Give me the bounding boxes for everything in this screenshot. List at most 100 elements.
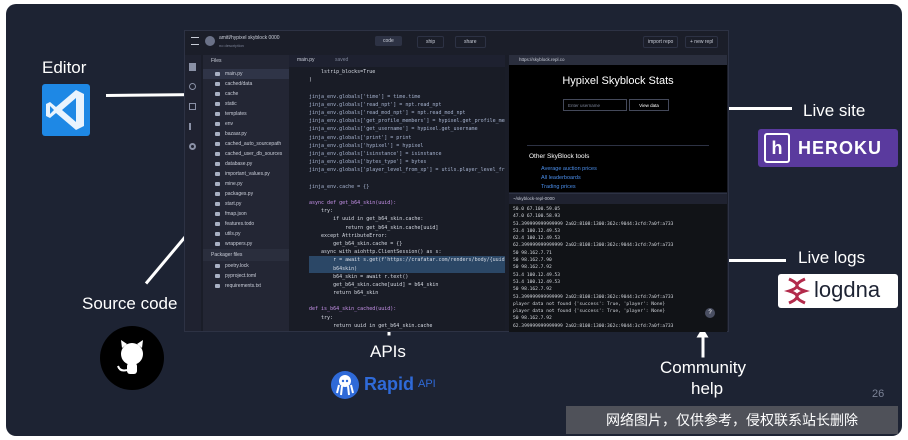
github-logo-icon: [100, 326, 164, 390]
code-line: jinja_env.globals['hypixel'] = hypixel: [309, 142, 424, 149]
file-item[interactable]: bazaar.py: [203, 129, 289, 139]
file-item[interactable]: start.py: [203, 199, 289, 209]
editor-tab-main[interactable]: main.py: [297, 57, 315, 63]
console-line: 53.399999999999999 2a02:8108:1300:362c:9…: [513, 294, 674, 300]
code-line: jinja_env.globals['player_level_from_xp'…: [309, 167, 505, 174]
code-line: jinja_env.globals['read_mod_npt'] = npt.…: [309, 109, 466, 116]
browser-url-bar[interactable]: https://skyblock.repl.co: [509, 55, 727, 65]
file-item[interactable]: cached_user_db_sources: [203, 149, 289, 159]
label-live-logs: Live logs: [798, 248, 866, 267]
new-repl-button[interactable]: + new repl: [685, 36, 719, 48]
tab-ship[interactable]: ship: [417, 36, 445, 48]
rapidapi-wordmark: Rapid: [364, 374, 415, 394]
files-header: Files: [211, 58, 222, 64]
menu-icon[interactable]: [191, 37, 199, 45]
repl-subtitle: no description: [219, 43, 244, 48]
file-item[interactable]: important_values.py: [203, 169, 289, 179]
site-title: Hypixel Skyblock Stats: [562, 75, 674, 87]
rapidapi-logo: Rapid API: [330, 368, 450, 402]
code-line: jinja_env.globals['isinstance'] = isinst…: [309, 150, 442, 157]
repl-title[interactable]: amitl/hypixel skyblock 0000: [219, 35, 280, 41]
code-line: jinja_env.globals['get_username'] = hypi…: [309, 126, 478, 133]
label-source-code: Source code: [82, 294, 178, 313]
heroku-wordmark: HEROKU: [798, 138, 883, 158]
heroku-logo: h HEROKU: [758, 129, 898, 167]
packager-header: Packager files: [203, 249, 289, 261]
console-line: player data not found {'success': True, …: [513, 309, 666, 315]
code-line: b64skin): [309, 264, 505, 273]
console-line: 50 98.162.7.90: [513, 258, 552, 264]
files-icon[interactable]: [189, 63, 196, 71]
tools-links: Average auction prices All leaderboards Tr…: [541, 165, 597, 192]
packager-file-item[interactable]: requirements.txt: [203, 281, 289, 291]
file-item[interactable]: wrappers.py: [203, 239, 289, 249]
username-input[interactable]: Enter username: [563, 99, 627, 111]
rapidapi-wordmark-suffix: API: [418, 378, 436, 390]
code-line: jinja_env.globals['bytes_type'] = bytes: [309, 159, 427, 166]
code-area[interactable]: lstrip_blocks=True) jinja_env.globals['ti…: [289, 67, 505, 331]
settings-icon[interactable]: [189, 143, 196, 150]
watermark: 网络图片，仅供参考，侵权联系站长删除: [566, 406, 898, 434]
file-item[interactable]: cached/data: [203, 79, 289, 89]
file-item[interactable]: mine.py: [203, 179, 289, 189]
file-item[interactable]: templates: [203, 109, 289, 119]
file-item[interactable]: fmap.json: [203, 209, 289, 219]
tools-divider: [527, 145, 709, 146]
file-list: main.py cached/data cache static templates en…: [203, 69, 289, 249]
packager-file-item[interactable]: poetry.lock: [203, 261, 289, 271]
tools-link[interactable]: Trading prices: [541, 183, 597, 192]
file-item[interactable]: features.todo: [203, 219, 289, 229]
debug-icon[interactable]: [189, 123, 196, 130]
console-line: 50 98.162.7.92: [513, 316, 552, 322]
file-item[interactable]: main.py: [203, 69, 289, 79]
view-data-button[interactable]: View data: [629, 99, 669, 111]
code-line: ): [309, 77, 313, 84]
tools-link[interactable]: Average auction prices: [541, 165, 597, 174]
tab-code[interactable]: code: [375, 36, 402, 46]
console-line: player data not found {'success': True, …: [513, 301, 666, 307]
logdna-logo: logdna: [778, 274, 898, 308]
code-line: try:: [309, 208, 334, 215]
console-output: 50.0 67.100.59.05 47.0 67.100.58.93 53.399…: [509, 204, 727, 332]
console-line: 62.4 100.12.49.53: [513, 236, 561, 242]
console-line: 62.399999999999999 2a02:8108:1300:362c:9…: [513, 243, 674, 249]
import-repo-button[interactable]: import repo: [643, 36, 679, 48]
label-community-line1: Community: [660, 358, 746, 377]
code-line: r = await s.get(f'https://crafatar.com/r…: [309, 256, 505, 265]
console-line: 50.0 67.100.59.05: [513, 207, 561, 212]
repl-avatar[interactable]: [205, 36, 215, 46]
editor-tab-bar: main.py saved: [289, 55, 505, 67]
help-button[interactable]: ?: [705, 308, 715, 318]
console-line: 53.399999999999999 2a02:8108:1300:362c:9…: [513, 221, 674, 227]
label-apis: APIs: [370, 342, 406, 361]
code-line: except AttributeError:: [309, 330, 505, 331]
share-icon[interactable]: [189, 83, 196, 90]
code-editor[interactable]: main.py saved lstrip_blocks=True) jinja_e…: [289, 55, 505, 331]
file-item[interactable]: cache: [203, 89, 289, 99]
packager-file-item[interactable]: pyproject.toml: [203, 271, 289, 281]
package-icon[interactable]: [189, 103, 196, 110]
file-item[interactable]: database.py: [203, 159, 289, 169]
file-item[interactable]: cached_auto_sourcepath: [203, 139, 289, 149]
browser-url[interactable]: https://skyblock.repl.co: [519, 57, 565, 62]
code-line: return b64_skin: [309, 290, 379, 297]
file-item[interactable]: static: [203, 99, 289, 109]
tools-heading: Other SkyBlock tools: [529, 153, 590, 160]
tools-link[interactable]: All leaderboards: [541, 174, 597, 183]
file-item[interactable]: utils.py: [203, 229, 289, 239]
code-line: jinja_env.globals['read_npt'] = npt.read…: [309, 101, 442, 108]
tab-share[interactable]: share: [455, 36, 486, 48]
file-item[interactable]: packages.py: [203, 189, 289, 199]
code-line: except AttributeError:: [309, 232, 388, 239]
file-item[interactable]: env: [203, 119, 289, 129]
code-line: if uuid in get_b64_skin.cache:: [309, 216, 424, 223]
console-line: 53.4 100.12.49.53: [513, 228, 561, 234]
code-line: lstrip_blocks=True: [309, 69, 376, 75]
code-line: async def get_b64_skin(uuid):: [309, 200, 397, 206]
label-live-site: Live site: [803, 101, 866, 120]
vscode-logo-icon: [42, 84, 90, 136]
logdna-wordmark: logdna: [814, 277, 881, 302]
code-line: b64_skin = await r.text(): [309, 273, 409, 280]
